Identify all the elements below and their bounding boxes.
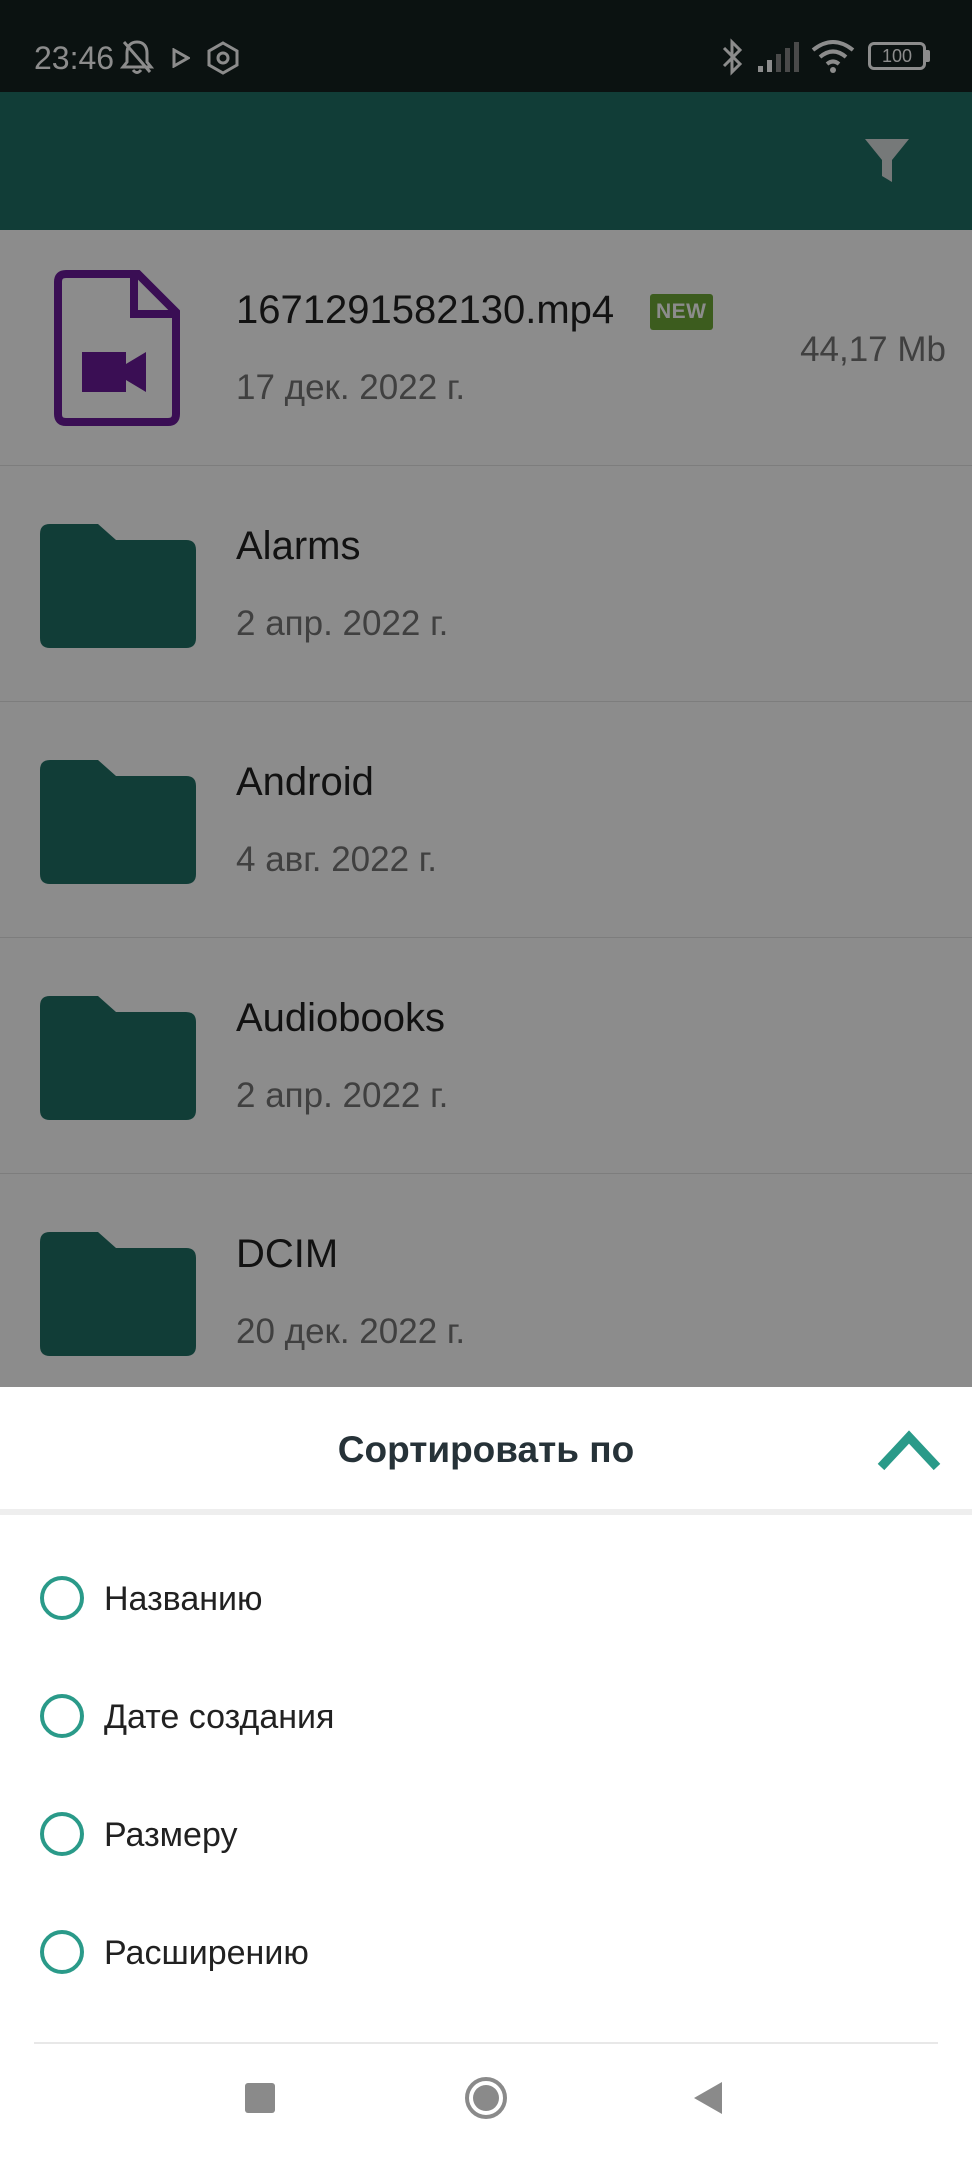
radio-button[interactable] xyxy=(40,1694,84,1738)
chevron-up-icon[interactable] xyxy=(876,1427,942,1473)
sort-options: Названию Дате создания Размеру Расширени… xyxy=(0,1539,972,2011)
option-label: Расширению xyxy=(104,1934,309,1972)
recents-icon[interactable] xyxy=(242,2080,278,2116)
radio-button[interactable] xyxy=(40,1576,84,1620)
navigation-bar xyxy=(0,2044,972,2160)
option-label: Дате создания xyxy=(104,1698,335,1736)
sheet-divider xyxy=(0,1509,972,1515)
scrim-overlay[interactable] xyxy=(0,0,972,1387)
sort-option-size[interactable]: Размеру xyxy=(0,1775,972,1893)
sort-option-date[interactable]: Дате создания xyxy=(0,1657,972,1775)
option-label: Названию xyxy=(104,1580,263,1618)
back-icon[interactable] xyxy=(690,2080,726,2116)
sheet-header: Сортировать по xyxy=(0,1387,972,1509)
radio-button[interactable] xyxy=(40,1812,84,1856)
radio-button[interactable] xyxy=(40,1930,84,1974)
home-icon[interactable] xyxy=(464,2076,508,2120)
sort-option-name[interactable]: Названию xyxy=(0,1539,972,1657)
option-label: Размеру xyxy=(104,1816,238,1854)
sort-option-extension[interactable]: Расширению xyxy=(0,1893,972,2011)
sheet-title: Сортировать по xyxy=(337,1429,635,1470)
